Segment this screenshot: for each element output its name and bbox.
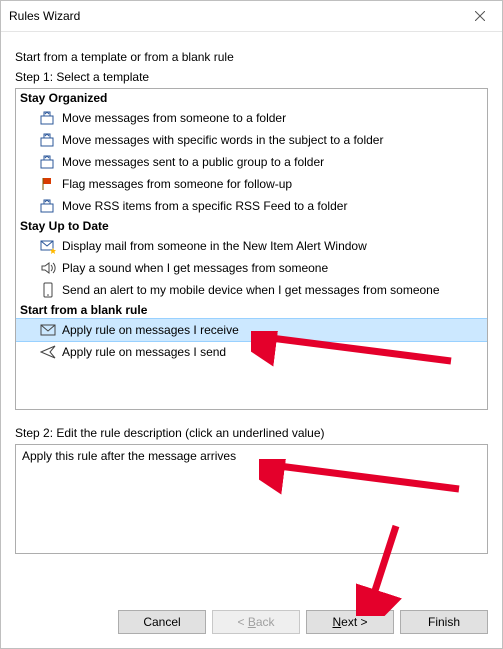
step1-label: Step 1: Select a template [15,70,488,84]
rule-description-box[interactable]: Apply this rule after the message arrive… [15,444,488,554]
next-label: Next > [332,615,367,629]
category-header: Stay Up to Date [16,217,487,235]
template-item-label: Apply rule on messages I receive [62,323,239,337]
template-item[interactable]: Apply rule on messages I receive [16,319,487,341]
titlebar: Rules Wizard [1,1,502,32]
window-title: Rules Wizard [9,9,457,23]
template-listbox[interactable]: Stay Organized Move messages from someone… [15,88,488,410]
template-item-label: Flag messages from someone for follow-up [62,177,292,191]
template-item[interactable]: Flag messages from someone for follow-up [16,173,487,195]
template-item-label: Move messages from someone to a folder [62,111,286,125]
template-item[interactable]: Move messages sent to a public group to … [16,151,487,173]
category-header: Stay Organized [16,89,487,107]
move-folder-icon [40,110,56,126]
mobile-icon [40,282,56,298]
flag-icon [40,176,56,192]
intro-text: Start from a template or from a blank ru… [15,50,488,64]
template-item[interactable]: Move messages from someone to a folder [16,107,487,129]
rule-description-text: Apply this rule after the message arrive… [22,449,236,463]
template-item[interactable]: Display mail from someone in the New Ite… [16,235,487,257]
button-row: Cancel < Back Next > Finish [118,610,488,634]
back-button: < Back [212,610,300,634]
template-item-label: Move RSS items from a specific RSS Feed … [62,199,347,213]
template-item-label: Display mail from someone in the New Ite… [62,239,367,253]
template-item[interactable]: Move messages with specific words in the… [16,129,487,151]
template-item-label: Send an alert to my mobile device when I… [62,283,440,297]
move-folder-icon [40,132,56,148]
template-item-label: Move messages sent to a public group to … [62,155,324,169]
template-item-label: Move messages with specific words in the… [62,133,383,147]
back-label: < Back [237,615,274,629]
template-item-label: Apply rule on messages I send [62,345,226,359]
send-icon [40,344,56,360]
finish-button[interactable]: Finish [400,610,488,634]
close-icon [475,11,485,21]
finish-label: Finish [428,615,460,629]
template-item[interactable]: Apply rule on messages I send [16,341,487,363]
envelope-icon [40,322,56,338]
template-item[interactable]: Send an alert to my mobile device when I… [16,279,487,301]
template-item[interactable]: Move RSS items from a specific RSS Feed … [16,195,487,217]
template-item-label: Play a sound when I get messages from so… [62,261,328,275]
move-folder-icon [40,198,56,214]
next-button[interactable]: Next > [306,610,394,634]
dialog-content: Start from a template or from a blank ru… [1,32,502,554]
rules-wizard-dialog: Rules Wizard Start from a template or fr… [0,0,503,649]
category-header: Start from a blank rule [16,301,487,319]
template-item[interactable]: Play a sound when I get messages from so… [16,257,487,279]
step2-label: Step 2: Edit the rule description (click… [15,426,488,440]
cancel-button[interactable]: Cancel [118,610,206,634]
close-button[interactable] [457,1,502,31]
move-folder-icon [40,154,56,170]
sound-icon [40,260,56,276]
mail-star-icon [40,238,56,254]
cancel-label: Cancel [143,615,180,629]
